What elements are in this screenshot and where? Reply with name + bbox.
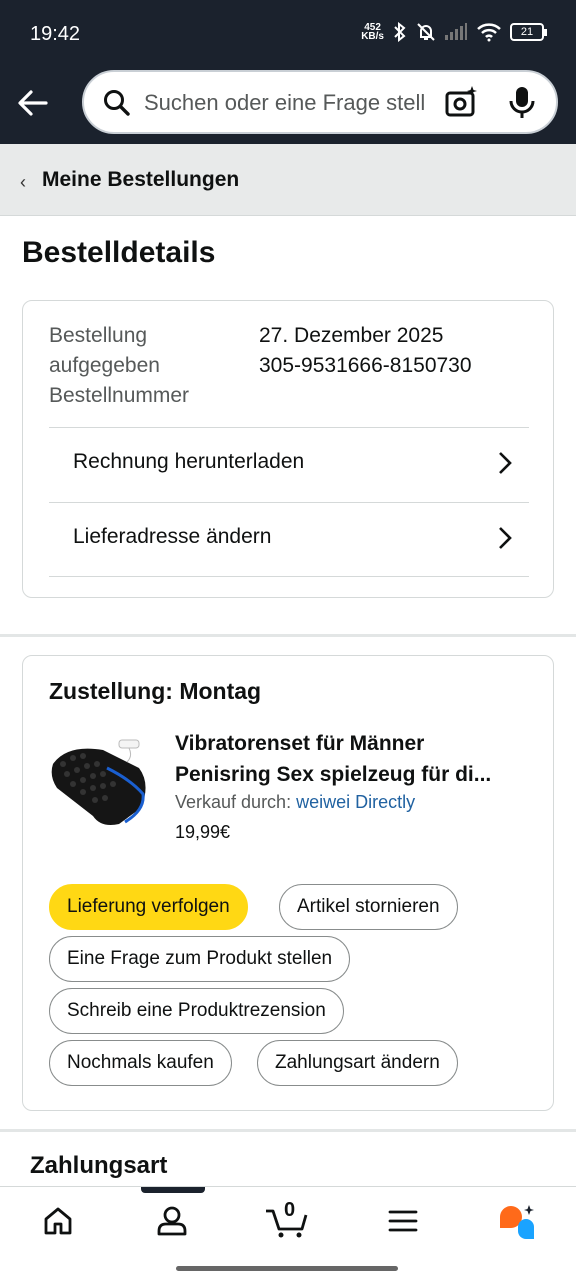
- battery-level: 21: [520, 26, 534, 38]
- payment-section-title: Zahlungsart: [30, 1152, 168, 1179]
- chevron-right-icon: [499, 452, 512, 474]
- order-date: 27. Dezember 2025: [259, 324, 444, 347]
- menu-icon[interactable]: [388, 1205, 418, 1237]
- back-arrow-icon[interactable]: [16, 86, 50, 120]
- section-divider: [0, 634, 576, 637]
- microphone-icon[interactable]: [508, 85, 536, 121]
- cancel-item-button[interactable]: Artikel stornieren: [279, 884, 458, 930]
- product-title[interactable]: Vibratorenset für Männer Penisring Sex s…: [175, 728, 531, 790]
- product-price: 19,99€: [175, 822, 231, 842]
- wifi-icon: [477, 23, 501, 42]
- mute-bell-icon: [417, 23, 435, 41]
- search-box[interactable]: Suchen oder eine Frage stellen: [82, 70, 558, 134]
- change-address-row[interactable]: Lieferadresse ändern: [49, 502, 529, 577]
- page-title: Bestelldetails: [22, 236, 216, 269]
- signal-icon: [445, 23, 467, 40]
- delivery-date: Zustellung: Montag: [49, 678, 262, 704]
- seller-prefix: Verkauf durch:: [175, 792, 292, 812]
- change-payment-button[interactable]: Zahlungsart ändern: [257, 1040, 458, 1086]
- ask-question-button[interactable]: Eine Frage zum Produkt stellen: [49, 936, 351, 982]
- product-title-line1: Vibratorenset für Männer: [175, 732, 425, 755]
- download-invoice-row[interactable]: Rechnung herunterladen: [49, 427, 529, 502]
- breadcrumb[interactable]: ‹ Meine Bestellungen: [0, 144, 576, 216]
- seller-info: Verkauf durch: weiwei Directly: [175, 792, 415, 813]
- track-package-button[interactable]: Lieferung verfolgen: [49, 884, 248, 930]
- home-icon[interactable]: [42, 1205, 74, 1237]
- battery-icon: 21: [510, 23, 547, 41]
- seller-link[interactable]: weiwei Directly: [296, 792, 415, 812]
- bluetooth-icon: [394, 22, 406, 42]
- account-icon[interactable]: [156, 1205, 188, 1237]
- buy-again-button[interactable]: Nochmals kaufen: [49, 1040, 232, 1086]
- order-number-label: Bestellnummer: [49, 384, 190, 407]
- active-tab-indicator: [141, 1187, 205, 1193]
- header: Suchen oder eine Frage stellen: [0, 68, 576, 144]
- home-indicator: [176, 1266, 398, 1271]
- product-title-line2: Penisring Sex spielzeug für di...: [175, 763, 492, 786]
- order-meta-labels: Bestellung aufgegeben Bestellnummer: [49, 321, 189, 411]
- write-review-button[interactable]: Schreib eine Produktrezension: [49, 988, 344, 1034]
- chevron-left-icon: ‹: [20, 172, 26, 192]
- search-input[interactable]: Suchen oder eine Frage stellen: [144, 90, 424, 116]
- search-icon: [104, 90, 130, 116]
- chevron-right-icon: [499, 527, 512, 549]
- download-invoice-label: Rechnung herunterladen: [73, 450, 305, 473]
- status-bar: 19:42 452 KB/s 21: [0, 0, 576, 68]
- breadcrumb-label[interactable]: Meine Bestellungen: [42, 168, 239, 192]
- section-divider: [0, 1129, 576, 1132]
- status-icons: 452 KB/s 21: [361, 22, 547, 42]
- cart-count: 0: [284, 1199, 296, 1221]
- status-time: 19:42: [30, 23, 81, 45]
- change-address-label: Lieferadresse ändern: [73, 525, 272, 548]
- product-image[interactable]: [47, 728, 157, 838]
- order-meta-values: 27. Dezember 2025 305-9531666-8150730: [259, 321, 472, 381]
- order-info-card: Bestellung aufgegeben Bestellnummer 27. …: [22, 300, 554, 598]
- order-number: 305-9531666-8150730: [259, 354, 472, 377]
- order-date-label-line2: aufgegeben: [49, 354, 160, 377]
- network-speed-unit: KB/s: [361, 31, 384, 42]
- order-date-label-line1: Bestellung: [49, 324, 148, 347]
- rufus-assistant-icon[interactable]: [496, 1203, 536, 1241]
- camera-search-icon[interactable]: [444, 84, 478, 120]
- network-speed: 452 KB/s: [361, 23, 384, 42]
- cart-button[interactable]: 0: [264, 1199, 310, 1239]
- shipment-card: Zustellung: Montag Vibratorenset für Män…: [22, 655, 554, 1111]
